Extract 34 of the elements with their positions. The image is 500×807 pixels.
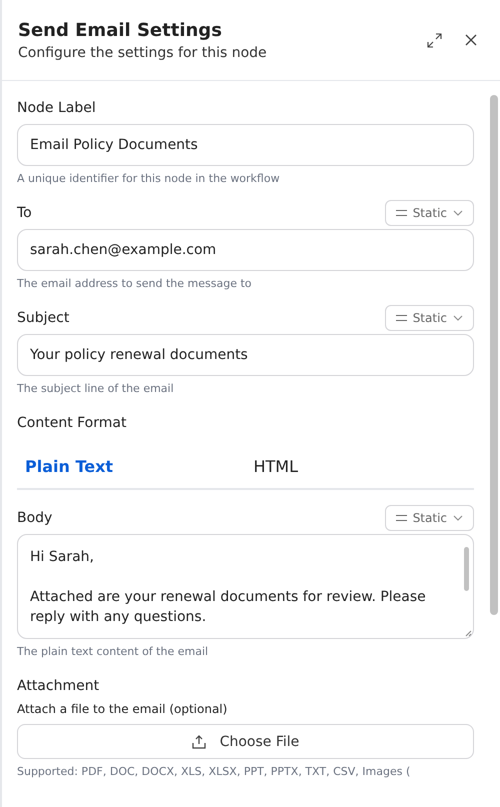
body-textarea[interactable]: Hi Sarah, Attached are your renewal documents for review. Please reply with any questions. bbox=[17, 534, 474, 639]
chevron-down-icon bbox=[453, 315, 463, 321]
field-label: Node Label bbox=[17, 100, 96, 116]
equals-icon bbox=[396, 209, 407, 217]
resize-grip-icon[interactable] bbox=[464, 629, 472, 637]
field-label: Body bbox=[17, 510, 52, 526]
field-label: Attachment bbox=[17, 678, 100, 694]
choose-file-button[interactable]: Choose File bbox=[17, 724, 474, 759]
equals-icon bbox=[396, 314, 407, 322]
scrollbar-thumb[interactable] bbox=[490, 95, 498, 615]
field-hint: The subject line of the email bbox=[17, 382, 175, 395]
chevron-down-icon bbox=[453, 515, 463, 521]
field-description: Attach a file to the email (optional) bbox=[17, 702, 228, 716]
field-label: Subject bbox=[17, 310, 70, 326]
field-label: To bbox=[17, 205, 32, 221]
mode-select[interactable]: Static bbox=[384, 505, 474, 531]
equals-icon bbox=[396, 514, 407, 522]
chevron-down-icon bbox=[453, 210, 463, 216]
text-input[interactable]: Your policy renewal documents bbox=[17, 334, 474, 376]
field-hint: The email address to send the message to bbox=[17, 277, 253, 290]
text-input[interactable]: sarah.chen@example.com bbox=[17, 229, 474, 271]
field-hint: The plain text content of the email bbox=[17, 645, 210, 658]
field-hint: A unique identifier for this node in the workflow bbox=[17, 172, 281, 185]
mode-select[interactable]: Static bbox=[384, 305, 474, 331]
mode-select[interactable]: Static bbox=[384, 200, 474, 226]
text-input[interactable]: Email Policy Documents bbox=[17, 124, 474, 166]
format-tab[interactable]: Plain Text bbox=[17, 449, 246, 488]
upload-icon bbox=[192, 734, 206, 748]
field-hint: Supported: PDF, DOC, DOCX, XLS, XLSX, PPT, PPTX, TXT, CSV, Images ( bbox=[17, 765, 412, 778]
panel-title: Send Email Settings bbox=[18, 20, 223, 40]
format-tab[interactable]: HTML bbox=[246, 449, 474, 488]
scrollbar-thumb[interactable] bbox=[464, 547, 469, 591]
field-label: Content Format bbox=[17, 415, 126, 431]
panel-subtitle: Configure the settings for this node bbox=[18, 44, 268, 60]
